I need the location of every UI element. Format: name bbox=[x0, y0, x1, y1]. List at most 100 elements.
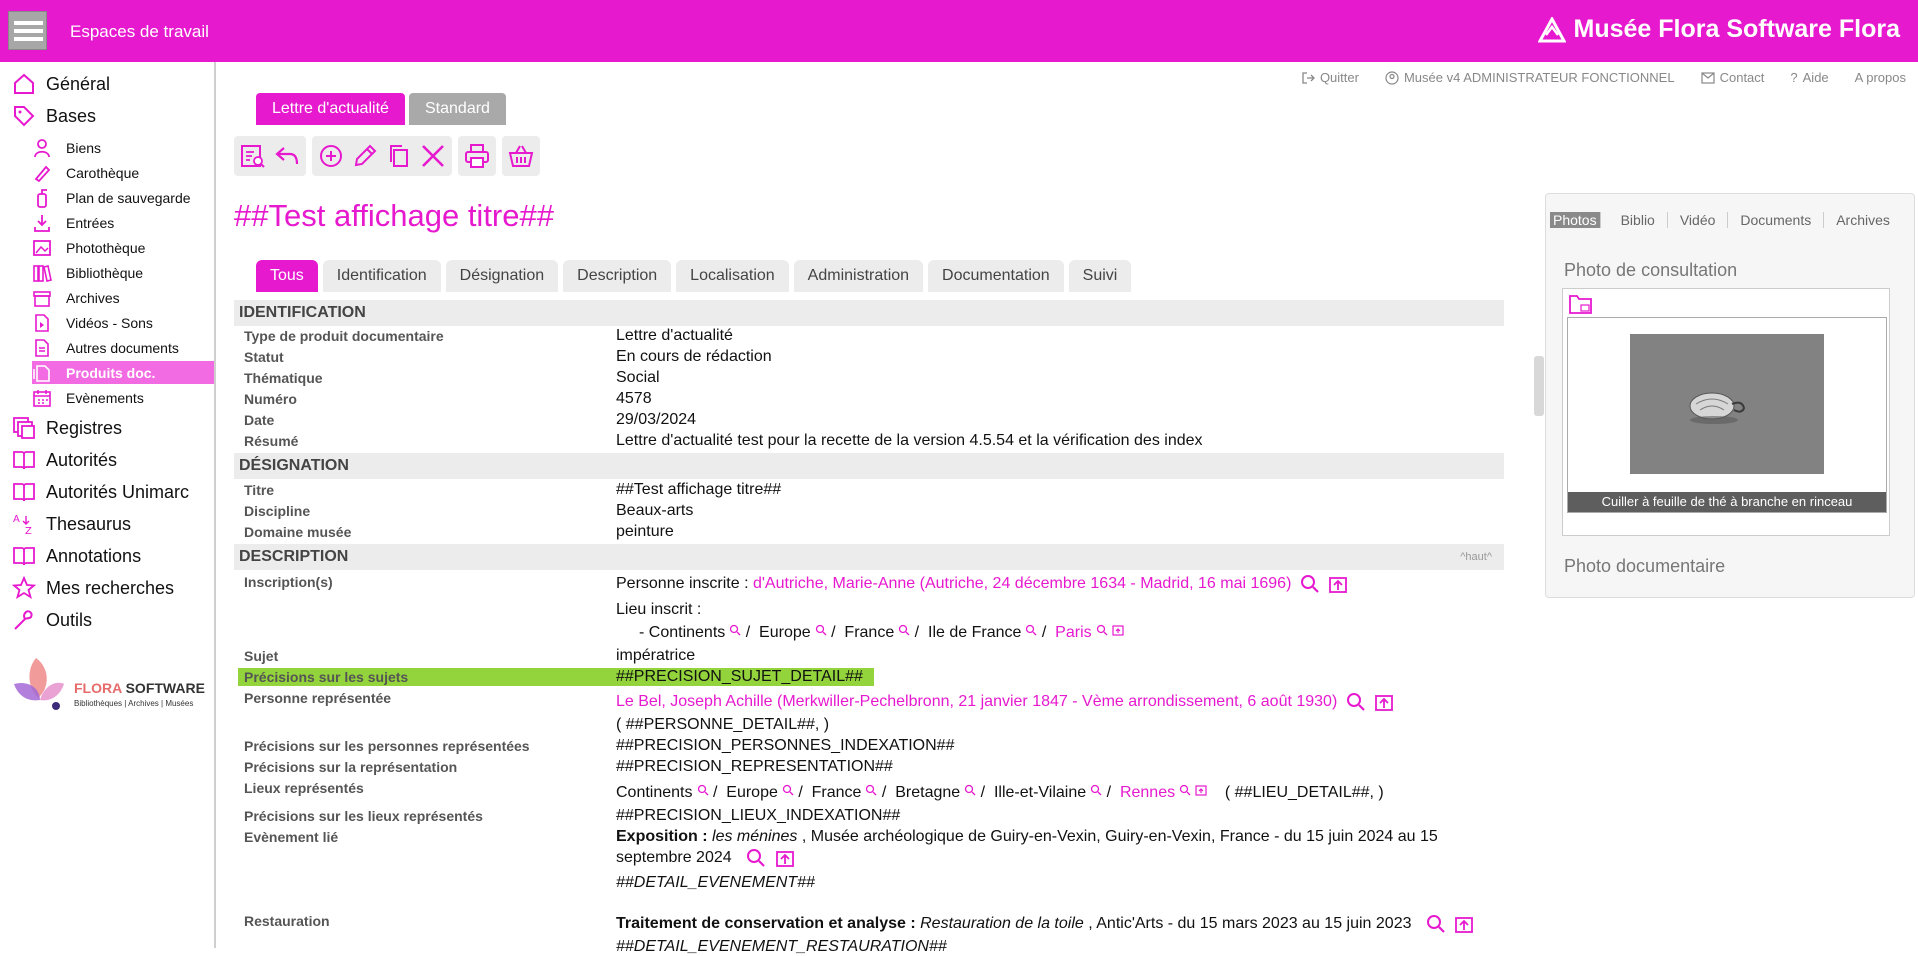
sidebar-item-autorites-unimarc[interactable]: Autorités Unimarc bbox=[12, 480, 189, 504]
lieu-path-item[interactable]: - Continents bbox=[639, 624, 725, 641]
sidebar-sub-plan-sauvegarde[interactable]: Plan de sauvegarde bbox=[32, 186, 214, 209]
open-external-icon[interactable] bbox=[1195, 784, 1207, 796]
sidebar-sub-entrees[interactable]: Entrées bbox=[32, 211, 214, 234]
duplicate-button[interactable] bbox=[384, 141, 414, 171]
books-icon bbox=[33, 264, 52, 282]
toolbar-group-print bbox=[458, 136, 496, 176]
sidebar-item-registres[interactable]: Registres bbox=[12, 416, 122, 440]
sidebar-sub-phototheque[interactable]: Photothèque bbox=[32, 236, 214, 259]
sidebar-sub-evenements[interactable]: Evènements bbox=[32, 386, 214, 409]
search-icon[interactable] bbox=[865, 784, 877, 796]
doc-tab-standard[interactable]: Standard bbox=[409, 93, 506, 125]
personne-representee-link[interactable]: Le Bel, Joseph Achille (Merkwiller-Peche… bbox=[616, 693, 1337, 710]
print-button[interactable] bbox=[462, 141, 492, 171]
tab-suivi[interactable]: Suivi bbox=[1068, 260, 1132, 292]
home-icon bbox=[14, 73, 34, 94]
sidebar-item-general[interactable]: Général bbox=[12, 72, 110, 96]
menu-icon[interactable] bbox=[8, 11, 47, 50]
search-icon[interactable] bbox=[964, 784, 976, 796]
field-label: Personne représentée bbox=[244, 690, 392, 706]
sidebar-item-autorites[interactable]: Autorités bbox=[12, 448, 117, 472]
media-tab-documents[interactable]: Documents bbox=[1728, 212, 1825, 228]
user-link[interactable]: Musée v4 ADMINISTRATEUR FONCTIONNEL bbox=[1385, 70, 1675, 85]
lieux-path-item[interactable]: Bretagne bbox=[895, 784, 960, 801]
quit-link[interactable]: Quitter bbox=[1301, 70, 1359, 85]
field-label: Précisions sur les sujets bbox=[244, 669, 409, 685]
search-icon[interactable] bbox=[1179, 784, 1191, 796]
back-button[interactable] bbox=[272, 141, 302, 171]
sidebar-item-outils[interactable]: Outils bbox=[12, 608, 92, 632]
lieu-path-item[interactable]: Ile de France bbox=[928, 624, 1021, 641]
lieu-final-link[interactable]: Paris bbox=[1055, 624, 1091, 641]
field-value: impératrice bbox=[616, 647, 696, 664]
search-icon[interactable] bbox=[1300, 574, 1320, 594]
open-external-icon[interactable] bbox=[1454, 914, 1474, 934]
tab-designation[interactable]: Désignation bbox=[445, 260, 559, 292]
box-icon bbox=[33, 290, 51, 307]
tab-localisation[interactable]: Localisation bbox=[676, 260, 789, 292]
media-tab-video[interactable]: Vidéo bbox=[1668, 212, 1729, 228]
sidebar-sub-carotheque[interactable]: Carothèque bbox=[32, 161, 214, 184]
search-icon[interactable] bbox=[782, 784, 794, 796]
help-link[interactable]: ? Aide bbox=[1790, 70, 1828, 85]
search-icon[interactable] bbox=[697, 784, 709, 796]
edit-button[interactable] bbox=[350, 141, 380, 171]
sidebar-sub-videos[interactable]: Vidéos - Sons bbox=[32, 311, 214, 334]
add-button[interactable] bbox=[316, 141, 346, 171]
search-icon[interactable] bbox=[1346, 692, 1366, 712]
search-icon[interactable] bbox=[815, 624, 827, 636]
sidebar-sub-produits-doc[interactable]: Produits doc. bbox=[32, 361, 214, 384]
search-icon[interactable] bbox=[1025, 624, 1037, 636]
media-tab-archives[interactable]: Archives bbox=[1824, 212, 1902, 228]
delete-button[interactable] bbox=[418, 141, 448, 171]
list-view-button[interactable] bbox=[238, 141, 268, 171]
tab-administration[interactable]: Administration bbox=[793, 260, 924, 292]
lieu-inscrit-label: Lieu inscrit : bbox=[616, 601, 702, 618]
lieux-path-item[interactable]: Ille-et-Vilaine bbox=[994, 784, 1086, 801]
search-icon[interactable] bbox=[1426, 914, 1446, 934]
lieu-path-item[interactable]: Europe bbox=[759, 624, 811, 641]
sidebar-sub-bibliotheque[interactable]: Bibliothèque bbox=[32, 261, 214, 284]
field-value: ##PRECISION_LIEUX_INDEXATION## bbox=[616, 807, 901, 824]
open-external-icon[interactable] bbox=[1112, 624, 1124, 636]
basket-button[interactable] bbox=[506, 141, 536, 171]
undo-icon bbox=[275, 147, 299, 165]
tab-identification[interactable]: Identification bbox=[322, 260, 441, 292]
tab-description[interactable]: Description bbox=[563, 260, 672, 292]
search-icon[interactable] bbox=[898, 624, 910, 636]
tab-documentation[interactable]: Documentation bbox=[928, 260, 1064, 292]
sidebar-sub-archives[interactable]: Archives bbox=[32, 286, 214, 309]
open-external-icon[interactable] bbox=[1374, 692, 1394, 712]
open-external-icon[interactable] bbox=[775, 848, 795, 868]
personne-inscrite-link[interactable]: d'Autriche, Marie-Anne (Autriche, 24 déc… bbox=[753, 575, 1291, 592]
folder-image-icon[interactable] bbox=[1569, 293, 1593, 315]
search-icon[interactable] bbox=[1096, 624, 1108, 636]
search-icon[interactable] bbox=[1090, 784, 1102, 796]
panel-resize-handle[interactable] bbox=[1534, 356, 1544, 416]
sidebar-item-bases[interactable]: Bases bbox=[12, 104, 96, 128]
doc-tab-lettre[interactable]: Lettre d'actualité bbox=[256, 93, 405, 125]
lieux-path-item[interactable]: Continents bbox=[616, 784, 693, 801]
search-icon[interactable] bbox=[746, 848, 766, 868]
sidebar-item-thesaurus[interactable]: AZ Thesaurus bbox=[12, 512, 131, 537]
field-label: Précisions sur les lieux représentés bbox=[244, 808, 483, 824]
lieu-path-item[interactable]: France bbox=[844, 624, 894, 641]
lieux-path-item[interactable]: Europe bbox=[726, 784, 778, 801]
media-tab-biblio[interactable]: Biblio bbox=[1609, 212, 1668, 228]
field-label: Type de produit documentaire bbox=[244, 328, 444, 344]
media-tab-photos[interactable]: Photos bbox=[1550, 212, 1601, 228]
photo-thumbnail[interactable] bbox=[1630, 334, 1824, 474]
contact-link[interactable]: Contact bbox=[1700, 70, 1764, 85]
lieux-path-item[interactable]: France bbox=[812, 784, 862, 801]
open-external-icon[interactable] bbox=[1328, 574, 1348, 594]
sidebar-sub-biens[interactable]: Biens bbox=[32, 136, 214, 159]
search-icon[interactable] bbox=[729, 624, 741, 636]
field-value: ##PRECISION_REPRESENTATION## bbox=[616, 758, 893, 775]
lieux-final-link[interactable]: Rennes bbox=[1120, 784, 1175, 801]
sidebar-item-mes-recherches[interactable]: Mes recherches bbox=[12, 576, 174, 600]
sidebar-item-annotations[interactable]: Annotations bbox=[12, 544, 141, 568]
sidebar-sub-autres-documents[interactable]: Autres documents bbox=[32, 336, 214, 359]
about-link[interactable]: A propos bbox=[1855, 70, 1906, 85]
tab-tous[interactable]: Tous bbox=[256, 260, 318, 292]
haut-link[interactable]: ^haut^ bbox=[1460, 544, 1492, 570]
